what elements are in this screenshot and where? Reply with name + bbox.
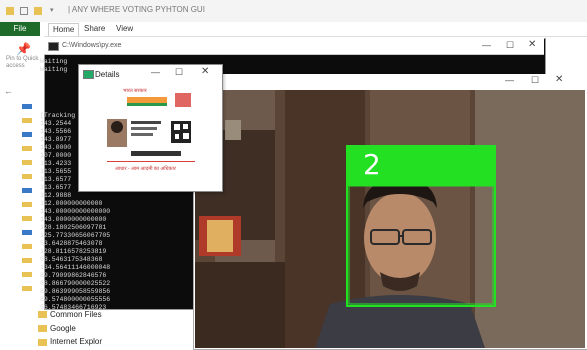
console-line: 53.6428875463078	[40, 240, 103, 247]
card-footer-text: आधार - आम आदमी का अधिकार	[115, 166, 176, 172]
nav-item[interactable]	[22, 132, 32, 137]
console-line: 113.4233	[40, 160, 72, 167]
console-line: 128.8116578253819	[40, 248, 107, 255]
minimize-icon[interactable]: —	[505, 75, 514, 85]
nav-item[interactable]	[22, 202, 32, 207]
console-line: 88.866790000025522	[40, 280, 111, 287]
close-icon[interactable]: ✕	[201, 66, 209, 77]
console-line: [Tracking	[40, 112, 76, 119]
details-window[interactable]: Details — ☐ ✕ भारत सरकार आधार - आम आदमी …	[78, 64, 223, 192]
details-app-icon	[83, 70, 94, 79]
nav-item[interactable]	[22, 286, 32, 291]
nav-item[interactable]	[22, 188, 32, 193]
details-title: Details	[95, 70, 120, 79]
console-line: 113.6577	[40, 184, 72, 191]
console-line: 112.000000000000	[40, 200, 103, 207]
nav-item[interactable]	[22, 174, 32, 179]
new-folder-icon[interactable]	[34, 7, 42, 15]
maximize-icon[interactable]: ☐	[175, 67, 183, 78]
nav-item[interactable]	[22, 160, 32, 165]
folder-item-common-files[interactable]: Common Files	[50, 310, 102, 319]
nav-item[interactable]	[22, 104, 32, 109]
tab-home[interactable]: Home	[48, 23, 80, 36]
window-title: | ANY WHERE VOTING PYHTON GUI	[68, 5, 205, 14]
back-arrow-icon[interactable]: ←	[4, 86, 13, 96]
console-line: 143.00000000000000	[40, 208, 111, 215]
nav-item[interactable]	[22, 230, 32, 235]
face-id-label: 2	[363, 148, 381, 181]
console-line: Waiting	[40, 58, 68, 65]
console-line: 89.863999058559856	[40, 288, 111, 295]
folder-icon	[38, 311, 47, 318]
nav-item[interactable]	[22, 118, 32, 123]
nav-item[interactable]	[22, 244, 32, 249]
folder-icon	[38, 339, 47, 346]
console-line: 143.0000000000000	[40, 216, 107, 223]
nav-item[interactable]	[22, 146, 32, 151]
console-line: 125.77330656067705	[40, 232, 111, 239]
console-line: 143.0000	[40, 144, 72, 151]
webcam-frame-image	[195, 90, 585, 348]
quick-access-chevron-icon[interactable]: ▾	[50, 6, 54, 14]
properties-icon[interactable]	[20, 7, 28, 15]
console-line: 107.0000	[40, 152, 72, 159]
console-app-icon	[48, 42, 59, 51]
nav-item[interactable]	[22, 216, 32, 221]
console-line: 143.2544	[40, 120, 72, 127]
close-icon[interactable]: ✕	[555, 74, 563, 85]
nav-item[interactable]	[22, 258, 32, 263]
pin-icon[interactable]: 📌	[16, 42, 31, 56]
console-line: 143.5566	[40, 128, 72, 135]
console-line: 113.6577	[40, 176, 72, 183]
folder-item-internet-explorer[interactable]: Internet Explor	[50, 337, 102, 346]
console-line: 134.56411146000048	[40, 264, 111, 271]
folder-icon	[38, 325, 47, 332]
console-line: 113.5655	[40, 168, 72, 175]
pin-to-quick-access-label[interactable]: Pin to Quick access	[6, 56, 40, 70]
console-line: 128.1802506097781	[40, 224, 107, 231]
tab-view[interactable]: View	[116, 23, 133, 35]
close-icon[interactable]: ✕	[528, 39, 536, 50]
folder-item-google[interactable]: Google	[50, 324, 76, 333]
console-line: 89.574800000055556	[40, 296, 111, 303]
nav-item[interactable]	[22, 272, 32, 277]
console-line: 89.79099862846576	[40, 272, 107, 279]
console-titlebar: C:\Windows\py.exe — ☐ ✕	[44, 38, 544, 55]
console-line: Waiting	[40, 66, 68, 73]
maximize-icon[interactable]: ☐	[531, 75, 539, 86]
console-line: 112.9888	[40, 192, 72, 199]
minimize-icon[interactable]: —	[482, 40, 491, 50]
minimize-icon[interactable]: —	[151, 67, 160, 77]
tab-file[interactable]: File	[0, 22, 40, 36]
console-line: 98.5463175348368	[40, 256, 103, 263]
console-line: 143.8977	[40, 136, 72, 143]
card-header-text: भारत सरकार	[123, 88, 147, 94]
maximize-icon[interactable]: ☐	[506, 40, 514, 51]
navigation-pane: ←	[0, 76, 44, 348]
folder-icon	[6, 7, 14, 15]
explorer-titlebar: ▾ | ANY WHERE VOTING PYHTON GUI	[0, 0, 587, 22]
webcam-titlebar: — ☐ ✕	[193, 74, 587, 88]
console-title: C:\Windows\py.exe	[62, 42, 122, 49]
tab-share[interactable]: Share	[84, 23, 105, 35]
webcam-video-feed: 2	[195, 90, 585, 348]
